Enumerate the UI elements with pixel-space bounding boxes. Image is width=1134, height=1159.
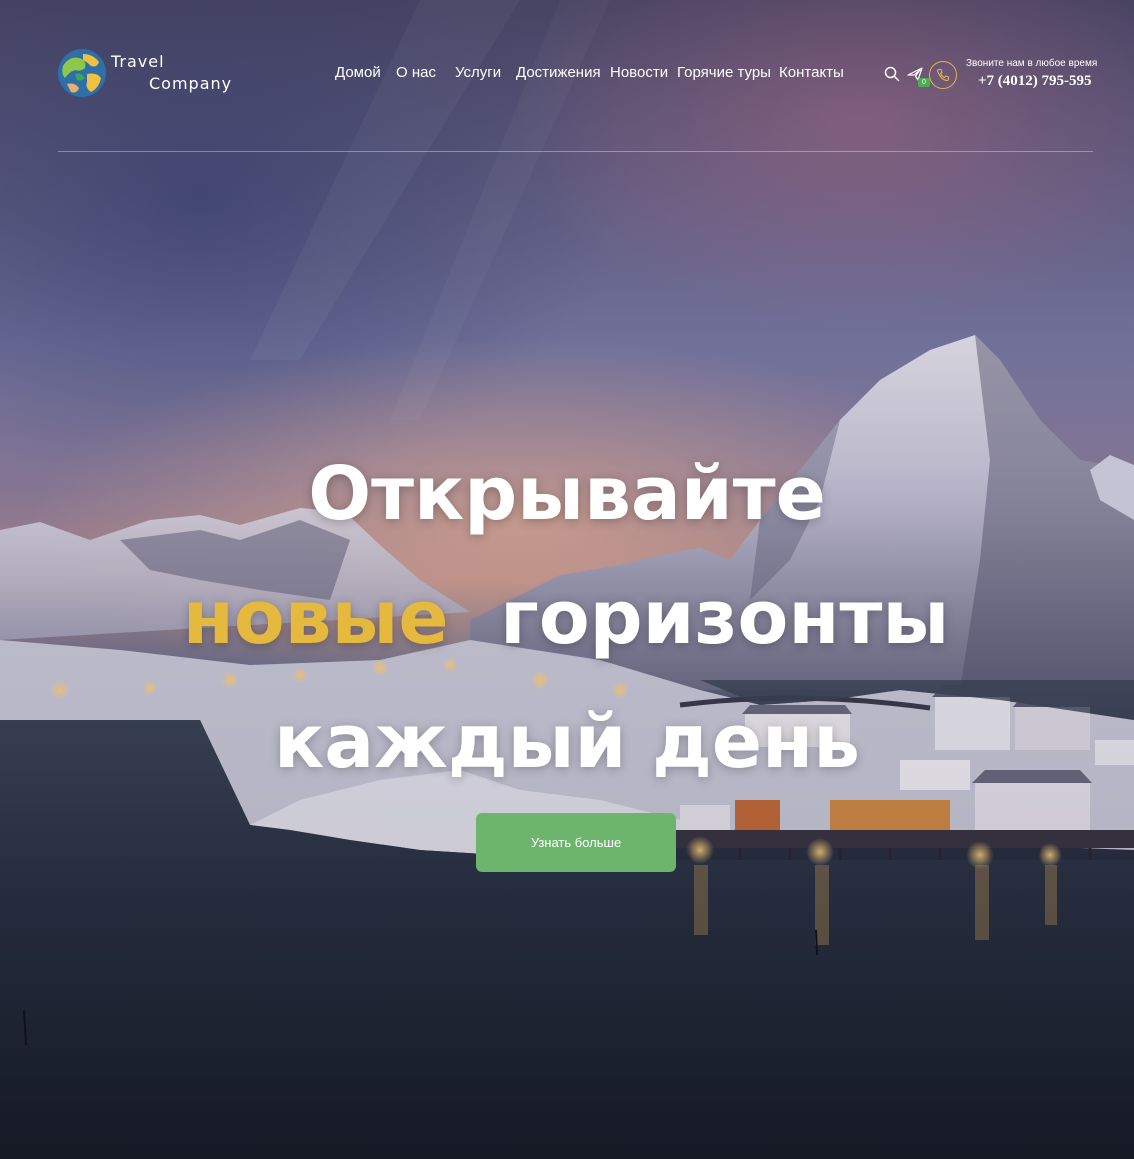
cart-count-badge: 0: [918, 78, 930, 87]
phone-icon: [936, 68, 950, 82]
main-nav: Домой О нас Услуги Достижения Новости Го…: [335, 64, 849, 81]
hero-line-2-rest: горизонты: [500, 575, 950, 661]
header-divider: [58, 151, 1093, 152]
nav-item-hot-tours[interactable]: Горячие туры: [677, 64, 779, 81]
page: Travel Company Домой О нас Услуги Достиж…: [0, 0, 1134, 1159]
nav-item-about[interactable]: О нас: [396, 64, 455, 81]
nav-item-services[interactable]: Услуги: [455, 64, 516, 81]
brand-name-line2: Company: [149, 74, 233, 93]
learn-more-button[interactable]: Узнать больше: [476, 813, 676, 872]
hero-headline: Открывайте новые горизонты каждый день: [0, 432, 1134, 804]
hero-line-3: каждый день: [274, 699, 860, 785]
phone-number-link[interactable]: +7 (4012) 795-595: [978, 73, 1092, 90]
phone-button[interactable]: [929, 61, 957, 89]
brand-logo[interactable]: Travel Company: [57, 48, 232, 98]
search-icon[interactable]: [884, 66, 900, 82]
globe-icon: [58, 49, 106, 97]
nav-item-news[interactable]: Новости: [610, 64, 677, 81]
nav-item-contacts[interactable]: Контакты: [779, 64, 849, 81]
nav-item-achievements[interactable]: Достижения: [516, 64, 610, 81]
hero-accent-word: новые: [182, 575, 449, 661]
call-caption: Звоните нам в любое время: [966, 58, 1098, 69]
hero-line-2: новые горизонты: [0, 556, 1134, 680]
brand-name-line1: Travel: [111, 52, 165, 71]
brand-name: Travel Company: [111, 51, 232, 95]
nav-item-home[interactable]: Домой: [335, 64, 396, 81]
hero-line-1: Открывайте: [308, 451, 826, 537]
